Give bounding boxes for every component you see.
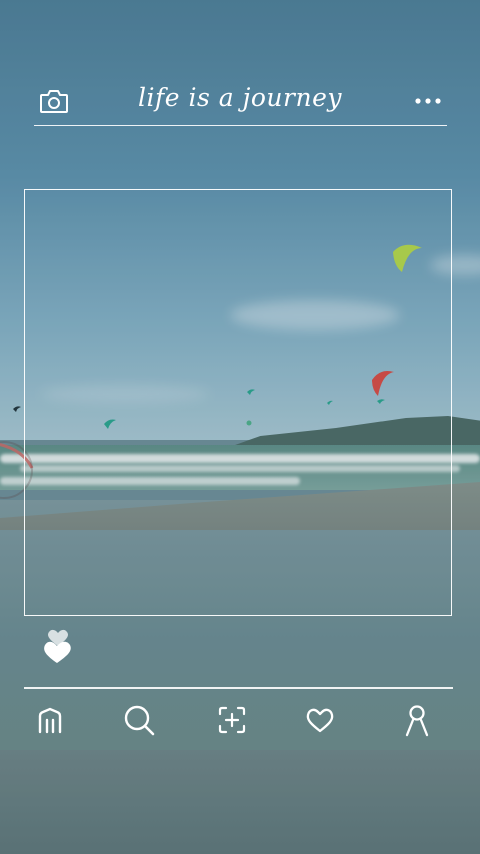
home-icon[interactable] bbox=[30, 700, 70, 740]
more-dots-icon[interactable] bbox=[410, 86, 446, 116]
search-icon[interactable] bbox=[119, 700, 159, 740]
camera-icon[interactable] bbox=[38, 86, 70, 116]
nav-divider bbox=[24, 687, 453, 689]
photo-frame[interactable] bbox=[24, 189, 452, 616]
header-divider bbox=[34, 125, 447, 126]
add-post-icon[interactable] bbox=[212, 700, 252, 740]
heart-icon[interactable] bbox=[300, 700, 340, 740]
heart-stack-icon[interactable] bbox=[40, 626, 76, 666]
app-title: life is a journey bbox=[138, 83, 342, 112]
profile-icon[interactable] bbox=[397, 700, 437, 740]
bottom-nav bbox=[0, 692, 480, 742]
overlay-ui: life is a journey bbox=[0, 0, 480, 854]
